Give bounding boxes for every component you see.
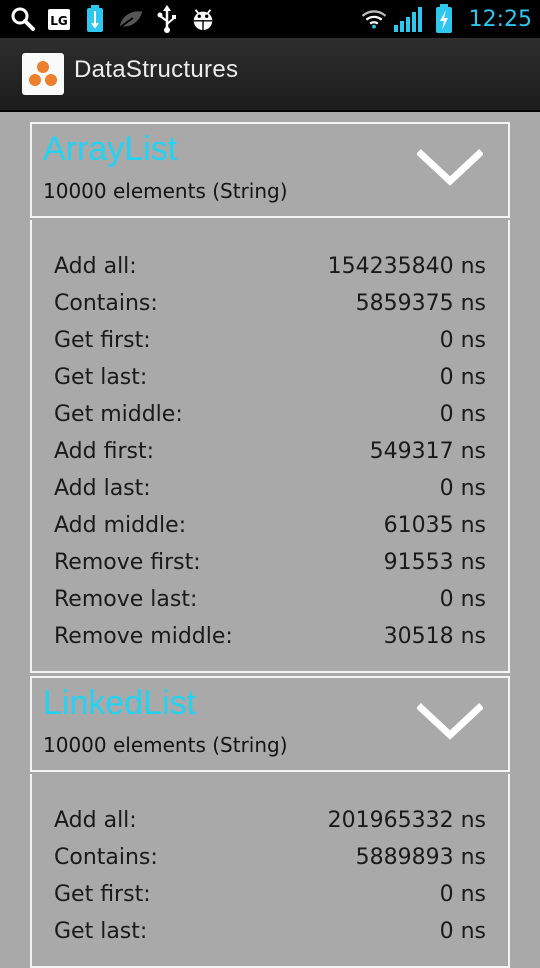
result-value: 0 ns [439,328,486,353]
result-row: Get middle: 0 ns [54,396,486,433]
result-value: 0 ns [439,402,486,427]
lg-icon: LG [46,6,72,32]
leaf-icon [118,6,144,32]
result-value: 0 ns [439,476,486,501]
result-row: Contains: 5859375 ns [54,285,486,322]
result-label: Add all: [54,254,137,279]
result-label: Get first: [54,882,151,907]
result-value: 61035 ns [383,513,486,538]
result-value: 5859375 ns [355,291,486,316]
battery-indicator-icon [82,5,108,32]
svg-text:LG: LG [50,14,68,28]
result-value: 154235840 ns [327,254,486,279]
result-row: Remove middle: 30518 ns [54,618,486,655]
card-title: ArrayList [43,130,178,168]
result-row: Get last: 0 ns [54,913,486,950]
result-value: 91553 ns [383,550,486,575]
result-row: Add all: 201965332 ns [54,802,486,839]
result-label: Contains: [54,291,158,316]
result-row: Add last: 0 ns [54,470,486,507]
result-row: Add middle: 61035 ns [54,507,486,544]
structure-card-arraylist: ArrayList 10000 elements (String) Add al… [30,122,510,673]
chevron-down-icon [416,702,484,746]
card-title: LinkedList [43,684,197,722]
clock: 12:25 [468,6,532,32]
result-row: Remove last: 0 ns [54,581,486,618]
result-label: Add middle: [54,513,187,538]
result-row: Add all: 154235840 ns [54,248,486,285]
result-label: Get last: [54,365,148,390]
action-bar: DataStructures [0,38,540,112]
app-logo-icon [22,53,64,95]
result-value: 0 ns [439,365,486,390]
result-value: 201965332 ns [327,808,486,833]
card-subtitle: 10000 elements (String) [43,179,288,203]
app-title: DataStructures [74,56,239,83]
result-label: Remove first: [54,550,201,575]
result-row: Get last: 0 ns [54,359,486,396]
result-label: Get first: [54,328,151,353]
expand-button[interactable] [414,698,486,750]
content-scroll-area[interactable]: ArrayList 10000 elements (String) Add al… [0,112,540,968]
result-row: Add first: 549317 ns [54,433,486,470]
result-label: Get middle: [54,402,183,427]
card-body: Add all: 154235840 ns Contains: 5859375 ns… [30,220,510,673]
search-icon [10,6,36,32]
card-body: Add all: 201965332 ns Contains: 5889893 ns… [30,774,510,968]
structure-card-linkedlist: LinkedList 10000 elements (String) Add a… [30,676,510,968]
result-label: Add all: [54,808,137,833]
result-label: Add first: [54,439,154,464]
result-label: Remove middle: [54,624,233,649]
result-label: Add last: [54,476,151,501]
result-label: Remove last: [54,587,198,612]
wifi-icon [361,6,387,32]
card-subtitle: 10000 elements (String) [43,733,288,757]
result-row: Contains: 5889893 ns [54,839,486,876]
result-row: Get first: 0 ns [54,322,486,359]
result-value: 549317 ns [369,439,486,464]
signal-icon [393,6,425,32]
usb-icon [154,5,180,33]
result-value: 0 ns [439,587,486,612]
chevron-down-icon [416,148,484,192]
result-row: Remove first: 91553 ns [54,544,486,581]
result-value: 5889893 ns [355,845,486,870]
card-header[interactable]: ArrayList 10000 elements (String) [30,122,510,218]
result-label: Get last: [54,919,148,944]
battery-charging-icon [431,4,457,33]
result-label: Contains: [54,845,158,870]
result-value: 0 ns [439,919,486,944]
expand-button[interactable] [414,144,486,196]
result-row: Get first: 0 ns [54,876,486,913]
result-value: 30518 ns [383,624,486,649]
android-debug-icon [190,6,216,32]
status-bar: LG 12:25 [0,0,540,38]
result-value: 0 ns [439,882,486,907]
card-header[interactable]: LinkedList 10000 elements (String) [30,676,510,772]
